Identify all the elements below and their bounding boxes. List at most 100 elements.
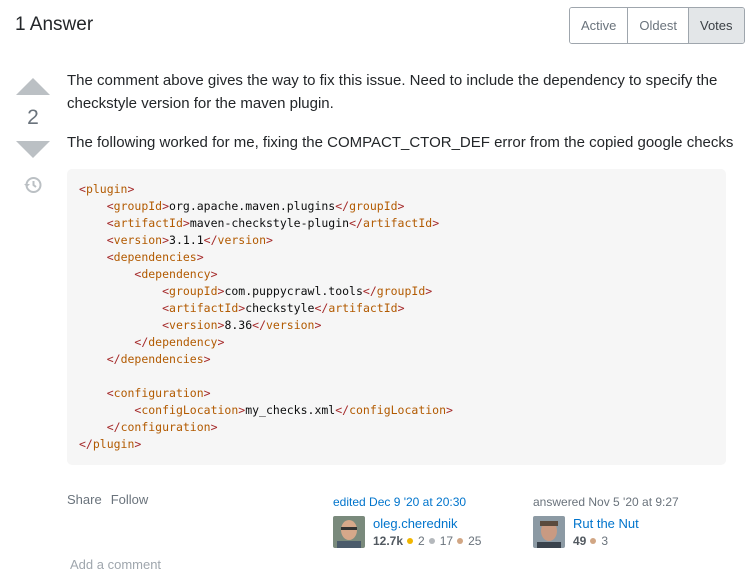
code-line: <configuration> [79,386,211,400]
code-content: <plugin> <groupId>org.apache.maven.plugi… [79,181,714,453]
gold-badge-count: 2 [418,534,425,548]
sort-tabs: Active Oldest Votes [569,7,745,44]
vote-column: 2 [15,74,51,200]
sort-oldest-button[interactable]: Oldest [627,8,688,43]
gold-badge-icon [407,538,414,544]
code-tag-name: groupId [113,199,163,213]
code-bracket: < [106,216,114,230]
code-bracket: </ [314,301,329,315]
code-tag-name: version [113,233,163,247]
answer-paragraph-1: The comment above gives the way to fix t… [67,72,718,112]
code-bracket: > [266,233,273,247]
author-signature: answered Nov 5 '20 at 9:27 Rut the Nut 4… [533,495,679,548]
code-tag-name: artifactId [362,216,433,230]
code-text: checkstyle [245,301,315,315]
code-line: <dependencies> [79,250,204,264]
post-actions: Share Follow [67,492,148,507]
code-line: <groupId>org.apache.maven.plugins</group… [79,199,405,213]
code-bracket: </ [106,352,121,366]
avatar[interactable] [333,516,365,548]
downvote-arrow-icon[interactable] [16,141,50,158]
code-line: <configLocation>my_checks.xml</configLoc… [79,403,453,417]
code-line: <plugin> [79,182,134,196]
edited-timestamp-link[interactable]: edited Dec 9 '20 at 20:30 [333,495,481,510]
code-bracket: </ [79,437,93,451]
code-bracket: > [203,352,211,366]
code-tag-name: configLocation [141,403,239,417]
answer-paragraph-2: The following worked for me, fixing the … [67,134,734,151]
code-tag-name: configuration [120,420,211,434]
code-bracket: > [162,199,170,213]
code-bracket: > [425,284,433,298]
code-text: org.apache.maven.plugins [169,199,336,213]
avatar[interactable] [533,516,565,548]
editor-reputation: 12.7k 2 17 25 [373,534,481,548]
code-tag-name: groupId [349,199,398,213]
reputation-score: 49 [573,534,587,548]
code-bracket: </ [252,318,266,332]
code-bracket: < [106,250,114,264]
code-line: <dependency> [79,267,218,281]
code-text: maven-checkstyle-plugin [189,216,350,230]
code-line: <artifactId>checkstyle</artifactId> [79,301,405,315]
code-bracket: > [203,386,211,400]
editor-user-link[interactable]: oleg.cherednik [373,516,481,531]
code-tag-name: version [169,318,218,332]
code-tag-name: artifactId [328,301,398,315]
code-line: </plugin> [79,437,141,451]
code-tag-name: configuration [113,386,204,400]
reputation-score: 12.7k [373,534,404,548]
code-tag-name: dependencies [120,352,204,366]
code-tag-name: dependency [141,267,211,281]
sort-active-button[interactable]: Active [570,8,628,43]
code-line: <version>8.36</version> [79,318,321,332]
author-reputation: 49 3 [573,534,639,548]
code-text: 8.36 [224,318,253,332]
share-link[interactable]: Share [67,492,102,507]
code-bracket: </ [203,233,218,247]
code-bracket: < [106,199,114,213]
bronze-badge-icon [457,538,464,544]
code-bracket: > [210,420,218,434]
code-bracket: > [162,233,170,247]
code-bracket: > [432,216,440,230]
code-bracket: > [314,318,322,332]
code-bracket: < [162,301,170,315]
code-bracket: > [397,301,405,315]
code-bracket: </ [134,335,149,349]
code-bracket: > [127,182,135,196]
code-line: <groupId>com.puppycrawl.tools</groupId> [79,284,432,298]
history-icon[interactable] [23,175,43,200]
code-line: <artifactId>maven-checkstyle-plugin</art… [79,216,439,230]
code-line: </configuration> [79,420,218,434]
code-bracket: </ [362,284,377,298]
bronze-badge-icon [590,538,597,544]
code-bracket: > [134,437,142,451]
answers-count-title: 1 Answer [15,14,94,35]
code-tag-name: version [266,318,315,332]
code-tag-name: groupId [169,284,218,298]
code-bracket: < [106,386,114,400]
code-bracket: > [196,250,204,264]
code-tag-name: artifactId [113,216,183,230]
code-tag-name: version [217,233,266,247]
code-bracket: < [162,318,170,332]
code-bracket: </ [335,403,350,417]
answered-timestamp[interactable]: answered Nov 5 '20 at 9:27 [533,495,679,510]
editor-signature: edited Dec 9 '20 at 20:30 oleg.cherednik… [333,495,481,548]
code-bracket: > [446,403,453,417]
sort-votes-button[interactable]: Votes [687,8,744,43]
vote-count: 2 [27,106,39,129]
code-text: com.puppycrawl.tools [224,284,363,298]
code-line: </dependencies> [79,352,211,366]
follow-link[interactable]: Follow [111,492,149,507]
author-user-link[interactable]: Rut the Nut [573,516,639,531]
code-bracket: > [210,267,218,281]
silver-badge-count: 17 [439,534,454,548]
code-bracket: < [162,284,170,298]
code-tag-name: plugin [92,437,135,451]
add-comment-link[interactable]: Add a comment [70,557,161,572]
code-bracket: > [217,335,225,349]
code-bracket: > [182,216,190,230]
upvote-arrow-icon[interactable] [16,78,50,95]
